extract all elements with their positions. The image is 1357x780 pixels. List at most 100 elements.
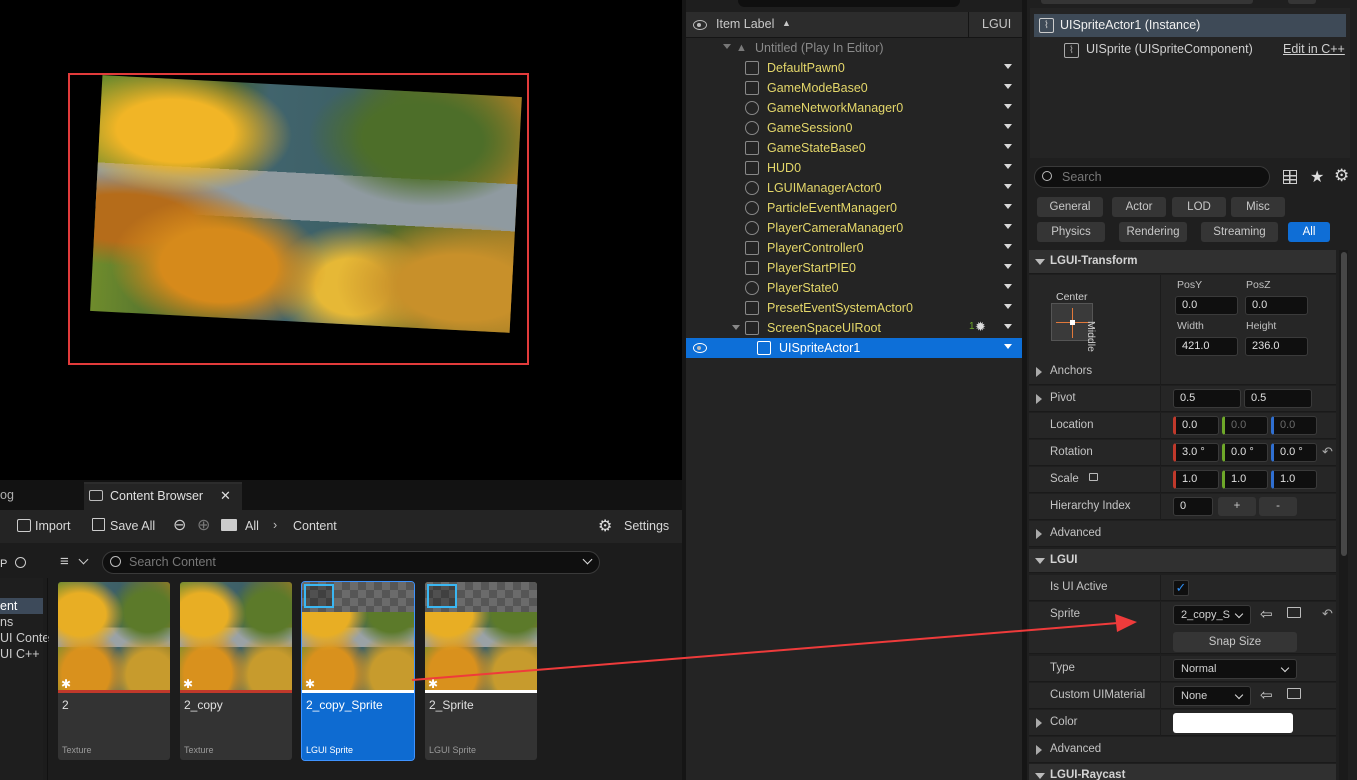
section-lgui-transform[interactable]: LGUI-Transform [1029,250,1336,274]
filter-actor-button[interactable]: Actor [1112,197,1166,217]
expand-arrow-icon[interactable] [1036,529,1042,539]
prop-scale[interactable]: Scale 1.0 1.0 1.0 [1029,467,1336,493]
light-icon[interactable]: ✹ [975,319,986,335]
expand-arrow-icon[interactable] [1036,367,1042,377]
rotation-x-field[interactable]: 3.0 ° [1173,443,1219,462]
row-dropdown-icon[interactable] [1004,164,1012,169]
lgui-column-header[interactable]: LGUI [982,17,1011,31]
prop-color[interactable]: Color [1029,710,1336,736]
browse-to-asset-icon[interactable] [1287,688,1301,699]
outliner-row[interactable]: PlayerController0 [686,238,1022,258]
collapse-arrow-icon[interactable] [732,325,740,330]
row-dropdown-icon[interactable] [1004,284,1012,289]
use-selected-asset-icon[interactable]: ⇦ [1260,686,1273,704]
type-dropdown[interactable]: Normal [1173,659,1297,679]
table-view-icon[interactable] [1283,170,1297,184]
posy-field[interactable]: 0.0 [1175,296,1238,315]
filter-all-button[interactable]: All [1288,222,1330,242]
prop-rotation[interactable]: Rotation 3.0 ° 0.0 ° 0.0 ° ↶ [1029,440,1336,466]
row-dropdown-icon[interactable] [1004,104,1012,109]
outliner-row[interactable]: PlayerStartPIE0 [686,258,1022,278]
height-field[interactable]: 236.0 [1245,337,1308,356]
location-y-field[interactable]: 0.0 [1222,416,1268,435]
save-all-button[interactable]: Save All [110,519,155,533]
hierarchy-decrement-button[interactable]: - [1259,497,1297,516]
is-ui-active-checkbox[interactable]: ✓ [1173,580,1189,596]
details-top-toggle[interactable] [1288,0,1316,4]
sprite-asset-dropdown[interactable]: 2_copy_S [1173,605,1251,625]
row-dropdown-icon[interactable] [1004,324,1012,329]
outliner-row[interactable]: UISpriteActor1 [686,338,1022,358]
expand-arrow-icon[interactable] [1036,745,1042,755]
row-dropdown-icon[interactable] [1004,264,1012,269]
custom-material-dropdown[interactable]: None [1173,686,1251,706]
location-z-field[interactable]: 0.0 [1271,416,1317,435]
width-field[interactable]: 421.0 [1175,337,1238,356]
row-dropdown-icon[interactable] [1004,204,1012,209]
row-dropdown-icon[interactable] [1004,84,1012,89]
reset-to-default-icon[interactable]: ↶ [1322,606,1333,622]
settings-button[interactable]: Settings [624,519,669,533]
source-item[interactable]: UI C++ [0,647,40,661]
filter-misc-button[interactable]: Misc [1231,197,1285,217]
rotation-y-field[interactable]: 0.0 ° [1222,443,1268,462]
location-x-field[interactable]: 0.0 [1173,416,1219,435]
outliner-row[interactable]: GameStateBase0 [686,138,1022,158]
filter-streaming-button[interactable]: Streaming [1201,222,1278,242]
favorite-star-icon[interactable]: ★ [1310,167,1324,187]
source-item-content[interactable]: ent [0,599,17,613]
scale-z-field[interactable]: 1.0 [1271,470,1317,489]
row-dropdown-icon[interactable] [1004,184,1012,189]
import-button[interactable]: Import [35,519,70,533]
outliner-row[interactable]: DefaultPawn0 [686,58,1022,78]
outliner-row[interactable]: PresetEventSystemActor0 [686,298,1022,318]
filter-general-button[interactable]: General [1037,197,1103,217]
search-icon[interactable] [15,557,26,568]
browse-to-asset-icon[interactable] [1287,607,1301,618]
close-tab-icon[interactable]: ✕ [220,488,231,504]
row-dropdown-icon[interactable] [1004,144,1012,149]
scale-y-field[interactable]: 1.0 [1222,470,1268,489]
item-label-header[interactable]: Item Label [716,17,774,31]
snap-size-button[interactable]: Snap Size [1173,632,1297,652]
collapse-arrow-icon[interactable] [723,44,731,49]
content-search-input[interactable]: Search Content [102,551,600,574]
prop-type[interactable]: Type Normal [1029,656,1336,682]
section-lgui[interactable]: LGUI [1029,549,1336,573]
hierarchy-index-field[interactable]: 0 [1173,497,1213,516]
details-scrollbar-thumb[interactable] [1341,252,1347,556]
row-dropdown-icon[interactable] [1004,64,1012,69]
row-dropdown-icon[interactable] [1004,344,1012,349]
filter-rendering-button[interactable]: Rendering [1119,222,1187,242]
row-dropdown-icon[interactable] [1004,304,1012,309]
filter-lod-button[interactable]: LOD [1172,197,1226,217]
outliner-header[interactable]: Item Label ▲ LGUI [686,12,1022,38]
prop-advanced-2[interactable]: Advanced [1029,737,1336,763]
details-search-input[interactable]: Search [1034,166,1270,188]
edit-in-cpp-link[interactable]: Edit in C++ [1283,42,1345,56]
pivot-y-field[interactable]: 0.5 [1244,389,1312,408]
visibility-eye-icon[interactable] [693,343,707,353]
chevron-down-icon[interactable] [582,554,593,565]
source-item[interactable]: UI Conte [0,631,49,645]
outliner-row[interactable]: GameModeBase0 [686,78,1022,98]
row-dropdown-icon[interactable] [1004,224,1012,229]
collapse-arrow-icon[interactable] [1035,773,1045,779]
prop-pivot[interactable]: Pivot 0.5 0.5 [1029,386,1336,412]
outliner-row[interactable]: GameSession0 [686,118,1022,138]
breadcrumb-all[interactable]: All [245,519,259,533]
scale-x-field[interactable]: 1.0 [1173,470,1219,489]
prop-sprite[interactable]: Sprite 2_copy_S ⇦ ↶ Snap Size [1029,602,1336,654]
collapse-arrow-icon[interactable] [1035,259,1045,265]
expand-arrow-icon[interactable] [1036,718,1042,728]
outliner-row[interactable]: HUD0 [686,158,1022,178]
prop-is-ui-active[interactable]: Is UI Active ✓ [1029,575,1336,601]
component-row[interactable]: ⌇ UISprite (UISpriteComponent) Edit in C… [1034,39,1346,61]
prop-custom-uimaterial[interactable]: Custom UIMaterial None ⇦ [1029,683,1336,709]
reset-to-default-icon[interactable]: ↶ [1322,444,1333,460]
outliner-row[interactable]: PlayerCameraManager0 [686,218,1022,238]
asset-tile[interactable]: ✱ 2_copy Texture [180,582,292,760]
outliner-row[interactable]: GameNetworkManager0 [686,98,1022,118]
outliner-world-row[interactable]: ▲ Untitled (Play In Editor) [686,38,1022,58]
outliner-row[interactable]: ParticleEventManager0 [686,198,1022,218]
